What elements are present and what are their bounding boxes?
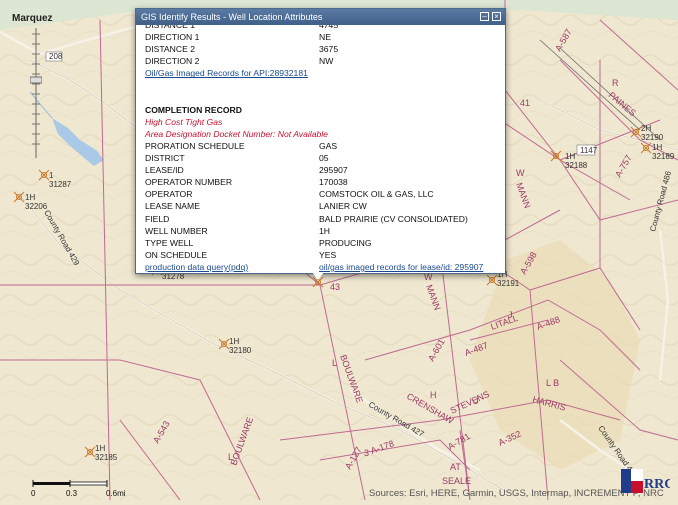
tract-label: 43 bbox=[330, 282, 340, 292]
tract-label: L B bbox=[546, 378, 559, 388]
tract-label: SEALE bbox=[442, 476, 471, 486]
tract-label: L bbox=[332, 358, 337, 368]
attr-row: OPERATOR COMSTOCK OIL & GAS, LLC bbox=[145, 189, 434, 200]
svg-text:RRC: RRC bbox=[644, 477, 670, 492]
attr-row: LEASE/ID 295907 bbox=[145, 165, 348, 176]
attr-row: FIELD BALD PRAIRIE (CV CONSOLIDATED) bbox=[145, 213, 468, 224]
popup-header[interactable]: GIS Identify Results - Well Location Att… bbox=[136, 9, 505, 25]
attr-row: DIRECTION 2 NW bbox=[145, 56, 334, 67]
attr-row: LEASE NAME LANIER CW bbox=[145, 201, 367, 212]
well-label[interactable]: 1 31287 bbox=[49, 171, 71, 189]
imaged-records-link[interactable]: Oil/Gas Imaged Records for API:28932181 bbox=[145, 67, 308, 79]
popup-pointer bbox=[312, 272, 324, 280]
attr-row: ON SCHEDULE YES bbox=[145, 249, 337, 260]
zoom-slider[interactable] bbox=[29, 24, 43, 162]
attr-row: DISTANCE 2 3675 bbox=[145, 44, 339, 55]
zoom-thumb[interactable] bbox=[29, 76, 43, 84]
attr-row: DISTRICT 05 bbox=[145, 153, 329, 164]
well-label[interactable]: 2H 32190 bbox=[641, 124, 663, 142]
production-query-link[interactable]: production data query(pdq) bbox=[145, 261, 248, 273]
docket-note: Area Designation Docket Number: Not Avai… bbox=[145, 128, 328, 139]
minimize-button[interactable]: – bbox=[480, 12, 489, 21]
identify-results-popup[interactable]: GIS Identify Results - Well Location Att… bbox=[135, 8, 506, 274]
svg-text:208: 208 bbox=[49, 52, 63, 61]
well-label[interactable]: 1H 32188 bbox=[565, 152, 587, 170]
rrc-logo: RRC bbox=[620, 466, 674, 496]
tract-label: 3 bbox=[364, 448, 369, 458]
scale-label: 0.3 bbox=[66, 489, 78, 498]
tight-gas-note: High Cost Tight Gas bbox=[145, 116, 223, 127]
attr-row: OPERATOR NUMBER 170038 bbox=[145, 177, 348, 188]
attr-row: WELL NUMBER 1H bbox=[145, 225, 330, 236]
scale-label: 0 bbox=[31, 489, 36, 498]
attr-row: TYPE WELL PRODUCING bbox=[145, 237, 372, 248]
lease-imaged-records-link[interactable]: oil/gas imaged records for lease/id: 295… bbox=[319, 261, 483, 273]
tract-label: W bbox=[516, 168, 525, 178]
tract-label: R bbox=[612, 78, 619, 88]
well-label[interactable]: 1H 32180 bbox=[229, 337, 251, 355]
highway-shield-208: 208 bbox=[45, 51, 63, 62]
well-label[interactable]: 1H 32185 bbox=[95, 444, 117, 462]
tract-label: AT bbox=[450, 462, 461, 472]
scale-label: 0.6mi bbox=[106, 489, 126, 498]
tract-label: H bbox=[430, 390, 437, 400]
close-button[interactable]: × bbox=[492, 12, 501, 21]
completion-record-heading: COMPLETION RECORD bbox=[145, 104, 242, 115]
popup-title: GIS Identify Results - Well Location Att… bbox=[141, 12, 323, 22]
attr-row: PRORATION SCHEDULE GAS bbox=[145, 140, 338, 151]
attr-row: DIRECTION 1 NE bbox=[145, 32, 331, 43]
well-label[interactable]: 1H 32206 bbox=[25, 193, 47, 211]
town-label-marquez: Marquez bbox=[12, 13, 53, 24]
popup-body[interactable]: DISTANCE 1 4745 DIRECTION 1 NE DISTANCE 23… bbox=[136, 25, 505, 273]
well-label[interactable]: 1H 32189 bbox=[652, 143, 674, 161]
tract-label: 41 bbox=[520, 98, 530, 108]
